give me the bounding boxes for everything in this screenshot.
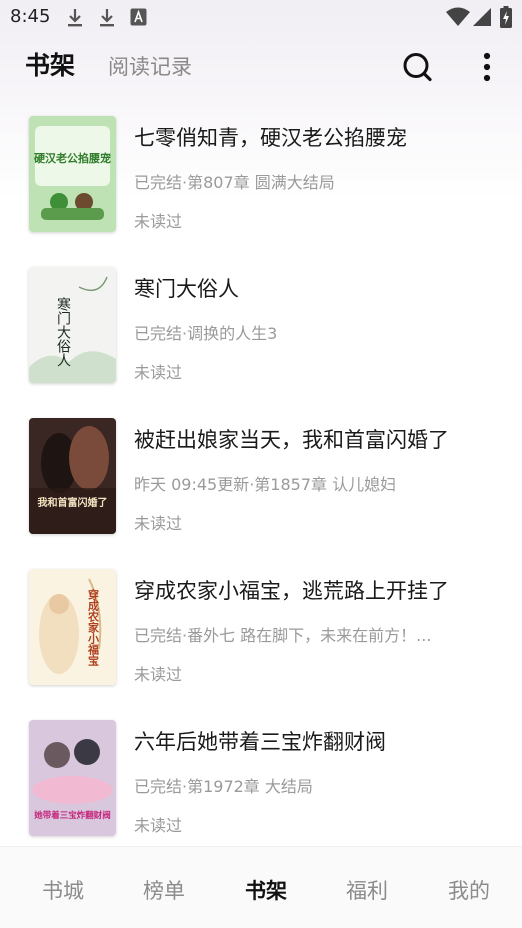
- cover-title-text: 我和首富闪婚了: [38, 496, 108, 509]
- tab-reading-history[interactable]: 阅读记录: [108, 51, 192, 81]
- cover-title-text: 她带着三宝炸翻财阀: [34, 810, 111, 821]
- nav-bookstore[interactable]: 书城: [42, 875, 84, 905]
- book-title: 穿成农家小福宝，逃荒路上开挂了: [134, 579, 449, 603]
- cover-boat: [41, 208, 104, 220]
- status-bar: 8:45: [0, 0, 522, 36]
- cover-title-text: 寒门大俗人: [55, 296, 71, 367]
- nav-bookshelf[interactable]: 书架: [245, 875, 287, 905]
- cover-band: [29, 488, 116, 534]
- book-status: 已完结·番外七 路在脚下，未来在前方！...: [134, 626, 432, 645]
- signal-icon: [473, 7, 491, 31]
- book-status: 已完结·第807章 圆满大结局: [134, 173, 335, 192]
- book-title: 寒门大俗人: [134, 277, 239, 301]
- book-cover: 硬汉老公掐腰宠: [29, 116, 116, 232]
- search-button[interactable]: [400, 50, 434, 84]
- read-progress: 未读过: [134, 816, 183, 835]
- book-cover: 我和首富闪婚了: [29, 418, 116, 534]
- read-progress: 未读过: [134, 665, 183, 684]
- cover-title-text: 穿成农家小福宝: [87, 588, 101, 667]
- book-status: 昨天 09:45更新·第1857章 认儿媳妇: [134, 475, 397, 494]
- book-item[interactable]: 穿成农家小福宝 穿成农家小福宝，逃荒路上开挂了 已完结·番外七 路在脚下，未来在…: [0, 553, 522, 704]
- nav-rankings[interactable]: 榜单: [143, 875, 185, 905]
- cover-figure: [74, 739, 100, 765]
- book-item[interactable]: 我和首富闪婚了 被赶出娘家当天，我和首富闪婚了 昨天 09:45更新·第1857…: [0, 402, 522, 553]
- accessibility-icon: [130, 8, 147, 30]
- bookshelf-list: 硬汉老公掐腰宠 七零俏知青，硬汉老公掐腰宠 已完结·第807章 圆满大结局 未读…: [0, 100, 522, 855]
- book-item[interactable]: 寒门大俗人 寒门大俗人 已完结·调换的人生3 未读过: [0, 251, 522, 402]
- status-time: 8:45: [10, 6, 51, 27]
- book-status: 已完结·第1972章 大结局: [134, 777, 313, 796]
- top-header: 书架 阅读记录: [0, 36, 522, 98]
- download-icon: [66, 8, 84, 32]
- cover-figure: [49, 594, 69, 614]
- read-progress: 未读过: [134, 363, 183, 382]
- more-options-button[interactable]: [472, 50, 502, 84]
- book-cover: 寒门大俗人: [29, 267, 116, 383]
- nav-profile[interactable]: 我的: [448, 875, 490, 905]
- more-vertical-icon: [483, 52, 491, 82]
- nav-benefits[interactable]: 福利: [346, 875, 388, 905]
- book-cover: 穿成农家小福宝: [29, 569, 116, 685]
- book-title: 七零俏知青，硬汉老公掐腰宠: [134, 126, 407, 150]
- search-icon: [403, 53, 432, 82]
- cover-figure: [44, 742, 70, 768]
- tab-bookshelf[interactable]: 书架: [25, 46, 75, 82]
- cover-figure: [69, 426, 109, 490]
- book-item[interactable]: 硬汉老公掐腰宠 七零俏知青，硬汉老公掐腰宠 已完结·第807章 圆满大结局 未读…: [0, 100, 522, 251]
- cover-flowers: [32, 776, 113, 804]
- book-title: 六年后她带着三宝炸翻财阀: [134, 730, 386, 754]
- bottom-navigation: 书城 榜单 书架 福利 我的: [0, 846, 522, 928]
- battery-charging-icon: [500, 6, 512, 32]
- download-icon: [98, 8, 116, 32]
- wifi-icon: [446, 7, 470, 31]
- book-status: 已完结·调换的人生3: [134, 324, 278, 343]
- book-title: 被赶出娘家当天，我和首富闪婚了: [134, 428, 449, 452]
- read-progress: 未读过: [134, 212, 183, 231]
- book-cover: 她带着三宝炸翻财阀: [29, 720, 116, 836]
- book-item[interactable]: 她带着三宝炸翻财阀 六年后她带着三宝炸翻财阀 已完结·第1972章 大结局 未读…: [0, 704, 522, 855]
- cover-title-text: 硬汉老公掐腰宠: [34, 151, 111, 165]
- read-progress: 未读过: [134, 514, 183, 533]
